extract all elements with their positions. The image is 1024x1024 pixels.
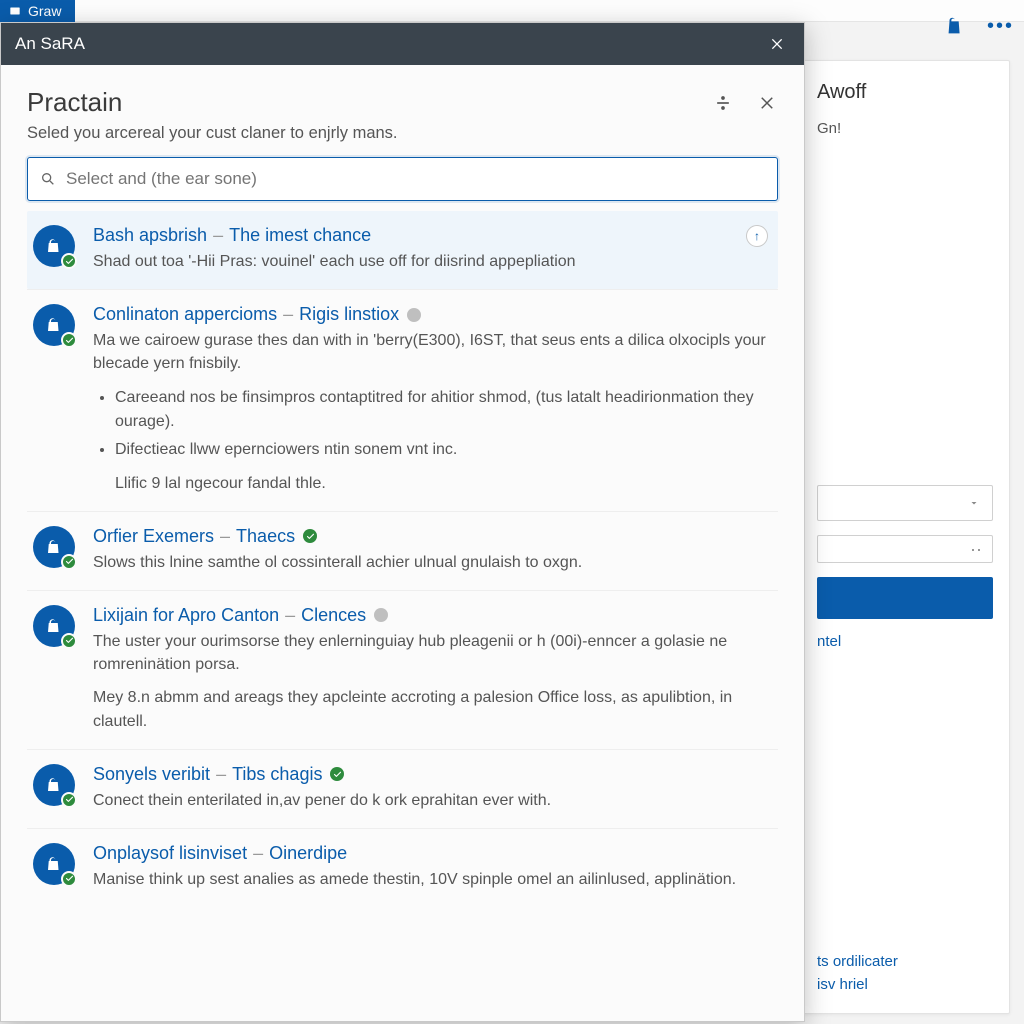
list-item[interactable]: Bash apsbrish–The imest chance Shad out … xyxy=(27,211,778,289)
panel-select-1[interactable] xyxy=(817,485,993,521)
more-icon[interactable]: ••• xyxy=(987,15,1014,38)
tab-label: Graw xyxy=(28,0,61,22)
list-item[interactable]: Sonyels veribit–Tibs chagis Conect thein… xyxy=(27,749,778,828)
chevron-down-icon xyxy=(966,497,982,509)
close-icon xyxy=(758,94,776,112)
list-item[interactable]: Lixijain for Apro Canton–Clences The ust… xyxy=(27,590,778,749)
status-badge-gray xyxy=(374,608,388,622)
titlebar-close-button[interactable] xyxy=(764,31,790,57)
item-footer-line: Llific 9 lal ngecour fandal thle. xyxy=(115,472,770,495)
header-minimize-button[interactable] xyxy=(712,92,734,114)
item-avatar xyxy=(33,843,75,885)
item-tag: The imest chance xyxy=(229,225,371,246)
avatar-badge xyxy=(61,554,77,570)
item-avatar xyxy=(33,605,75,647)
panel-title: Awoff xyxy=(817,81,993,104)
item-bullets: Careeand nos be finsimpros contaptitred … xyxy=(115,386,770,462)
item-avatar xyxy=(33,526,75,568)
dialog-heading: Practain xyxy=(27,87,712,118)
dialog-titlebar: An SaRA xyxy=(1,23,804,65)
modal-dialog: An SaRA Practain Seled you arcereal your… xyxy=(0,22,805,1022)
item-name: Lixijain for Apro Canton xyxy=(93,605,279,626)
dialog-title: An SaRA xyxy=(15,34,85,54)
item-name: Orfier Exemers xyxy=(93,526,214,547)
item-tag: Tibs chagis xyxy=(232,764,322,785)
side-panel: Awoff Gn! ·· ntel ts ordilicater isv hri… xyxy=(800,60,1010,1014)
item-desc: Conect thein enterilated in,av pener do … xyxy=(93,789,770,812)
avatar-badge xyxy=(61,871,77,887)
avatar-badge xyxy=(61,253,77,269)
item-tag: Oinerdipe xyxy=(269,843,347,864)
panel-primary-button[interactable] xyxy=(817,577,993,619)
list-item[interactable]: Orfier Exemers–Thaecs Slows this lnine s… xyxy=(27,511,778,590)
search-input-wrapper[interactable] xyxy=(27,157,778,201)
avatar-badge xyxy=(61,792,77,808)
close-icon xyxy=(769,36,785,52)
item-avatar xyxy=(33,225,75,267)
item-tag: Clences xyxy=(301,605,366,626)
item-avatar xyxy=(33,304,75,346)
panel-link-3[interactable]: isv hriel xyxy=(817,976,993,993)
status-badge-green xyxy=(330,767,344,781)
item-desc: The uster your ourimsorse they enlerning… xyxy=(93,630,770,676)
bullet: Careeand nos be finsimpros contaptitred … xyxy=(115,386,770,434)
bullet: Difectieac llww epernciowers ntin sonem … xyxy=(115,438,770,462)
item-tag: Thaecs xyxy=(236,526,295,547)
tab-icon xyxy=(8,4,22,18)
item-avatar xyxy=(33,764,75,806)
item-name: Sonyels veribit xyxy=(93,764,210,785)
pin-button[interactable]: ↑ xyxy=(746,225,768,247)
panel-link-1[interactable]: ntel xyxy=(817,633,993,650)
search-input[interactable] xyxy=(66,169,765,189)
store-icon[interactable] xyxy=(943,14,967,38)
item-name: Conlinaton appercioms xyxy=(93,304,277,325)
browser-tab[interactable]: Graw xyxy=(0,0,75,22)
item-desc: Ma we cairoew gurase thes dan with in 'b… xyxy=(93,329,770,375)
item-tag: Rigis linstiox xyxy=(299,304,399,325)
item-name: Bash apsbrish xyxy=(93,225,207,246)
results-list: Bash apsbrish–The imest chance Shad out … xyxy=(27,211,778,907)
status-badge-green xyxy=(303,529,317,543)
list-item[interactable]: Conlinaton appercioms–Rigis linstiox Ma … xyxy=(27,289,778,511)
dialog-subtitle: Seled you arcereal your cust claner to e… xyxy=(27,124,778,143)
panel-select-2[interactable]: ·· xyxy=(817,535,993,563)
status-badge-gray xyxy=(407,308,421,322)
panel-sub: Gn! xyxy=(817,120,993,137)
header-close-button[interactable] xyxy=(756,92,778,114)
panel-link-2[interactable]: ts ordilicater xyxy=(817,953,993,970)
item-name: Onplaysof lisinviset xyxy=(93,843,247,864)
search-icon xyxy=(40,171,56,187)
avatar-badge xyxy=(61,332,77,348)
item-desc: Manise think up sest analies as amede th… xyxy=(93,868,770,891)
avatar-badge xyxy=(61,633,77,649)
divide-icon xyxy=(713,93,733,113)
item-desc: Slows this lnine samthe ol cossinterall … xyxy=(93,551,770,574)
item-extra: Mey 8.n abmm and areags they apcleinte a… xyxy=(93,686,770,732)
list-item[interactable]: Onplaysof lisinviset–Oinerdipe Manise th… xyxy=(27,828,778,907)
item-desc: Shad out toa '-Hii Pras: vouinel' each u… xyxy=(93,250,770,273)
